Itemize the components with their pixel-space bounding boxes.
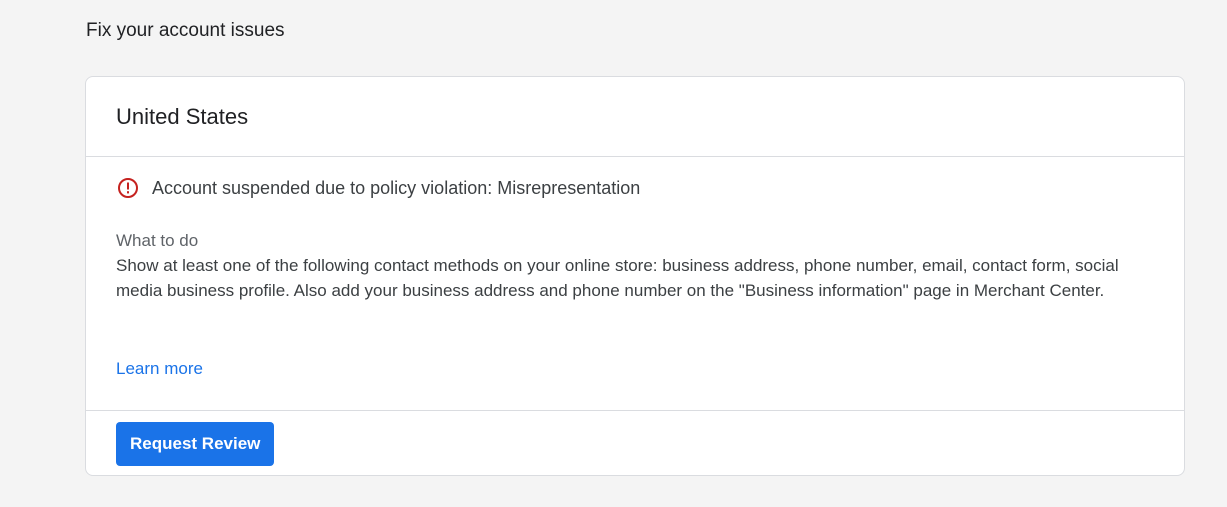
request-review-button[interactable]: Request Review [116, 422, 275, 466]
issue-row: Account suspended due to policy violatio… [117, 177, 640, 199]
what-to-do-text: Show at least one of the following conta… [116, 256, 1119, 300]
card-header: United States [86, 77, 1184, 157]
account-issue-card: United States Account suspended due to p… [85, 76, 1185, 476]
card-footer: Request Review [86, 411, 1184, 477]
page-title: Fix your account issues [86, 20, 285, 41]
what-to-do-label: What to do [116, 231, 199, 250]
card-body: Account suspended due to policy violatio… [86, 157, 1184, 411]
error-circle-icon [117, 177, 139, 199]
country-title: United States [116, 104, 249, 129]
issue-text: Account suspended due to policy violatio… [152, 178, 641, 198]
learn-more-link[interactable]: Learn more [116, 357, 203, 381]
